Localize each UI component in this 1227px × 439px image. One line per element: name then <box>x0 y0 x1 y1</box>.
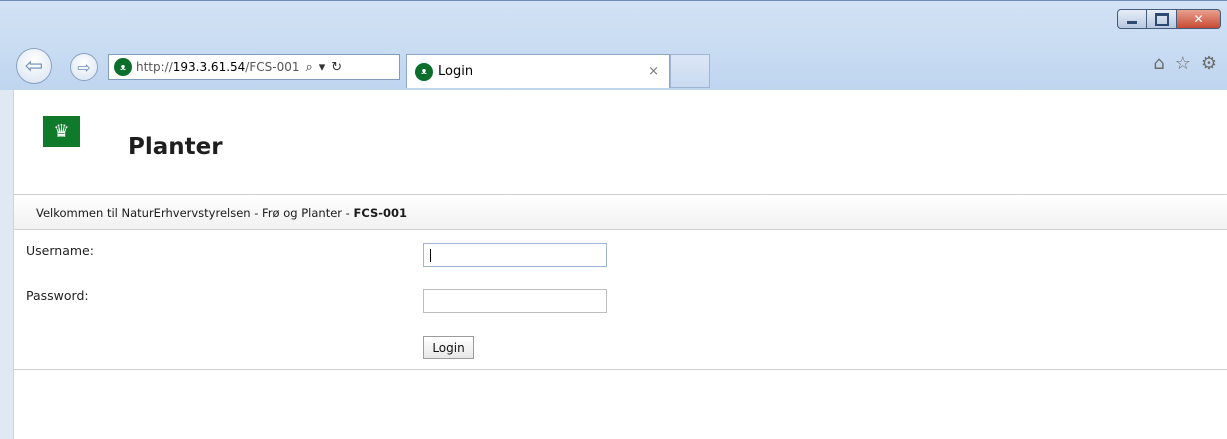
back-arrow-icon: ⇦ <box>24 53 44 79</box>
login-button[interactable]: Login <box>423 336 474 359</box>
minimize-button[interactable] <box>1117 9 1147 29</box>
url-host: 193.3.61.54 <box>172 60 246 74</box>
password-label: Password: <box>26 288 89 303</box>
favorites-star-icon[interactable]: ☆ <box>1175 53 1191 74</box>
url-scheme: http:// <box>136 60 173 74</box>
address-bar[interactable]: ᴥ http://193.3.61.54/FCS-001 ⌕ ▾ ↻ <box>108 54 400 80</box>
browser-toolbar-icons: ⌂ ☆ ⚙ <box>1153 53 1217 74</box>
text-caret <box>430 249 431 262</box>
maximize-button[interactable] <box>1147 9 1177 29</box>
address-tools: ⌕ ▾ ↻ <box>305 60 342 75</box>
tab-favicon-icon: ᴥ <box>415 62 433 81</box>
close-icon: ✕ <box>1193 12 1204 26</box>
username-input[interactable] <box>423 243 607 267</box>
page-title: Planter <box>128 134 223 160</box>
welcome-text: Velkommen til NaturErhvervstyrelsen - Fr… <box>36 206 354 220</box>
browser-chrome: ✕ ⇦ ⇨ ᴥ http://193.3.61.54/FCS-001 ⌕ ▾ ↻… <box>0 0 1227 90</box>
tab-close-icon[interactable]: × <box>648 64 659 79</box>
back-button[interactable]: ⇦ <box>16 48 52 84</box>
refresh-icon[interactable]: ↻ <box>331 60 342 75</box>
login-form: Username: Password: Login <box>14 230 1227 370</box>
chevron-down-icon[interactable]: ▾ <box>319 60 326 75</box>
forward-button[interactable]: ⇨ <box>70 53 98 81</box>
system-code: FCS-001 <box>353 206 408 220</box>
username-label: Username: <box>26 243 94 258</box>
window-controls: ✕ <box>1117 9 1221 29</box>
gear-icon[interactable]: ⚙ <box>1201 53 1217 74</box>
tab-title: Login <box>438 64 474 79</box>
crown-logo-icon: ♛ <box>43 116 80 147</box>
new-tab-button[interactable] <box>670 54 710 88</box>
url-path: /FCS-001 <box>245 60 300 74</box>
search-icon[interactable]: ⌕ <box>305 60 312 75</box>
page-content: ♛ Planter Velkommen til NaturErhvervstyr… <box>0 90 1227 439</box>
tab-login[interactable]: ᴥ Login × <box>406 54 670 88</box>
password-input[interactable] <box>423 289 607 313</box>
left-border-strip <box>0 90 14 439</box>
welcome-bar: Velkommen til NaturErhvervstyrelsen - Fr… <box>14 194 1227 230</box>
home-icon[interactable]: ⌂ <box>1153 53 1164 74</box>
site-favicon-icon: ᴥ <box>114 58 132 76</box>
forward-arrow-icon: ⇨ <box>77 57 91 77</box>
close-window-button[interactable]: ✕ <box>1177 9 1221 29</box>
